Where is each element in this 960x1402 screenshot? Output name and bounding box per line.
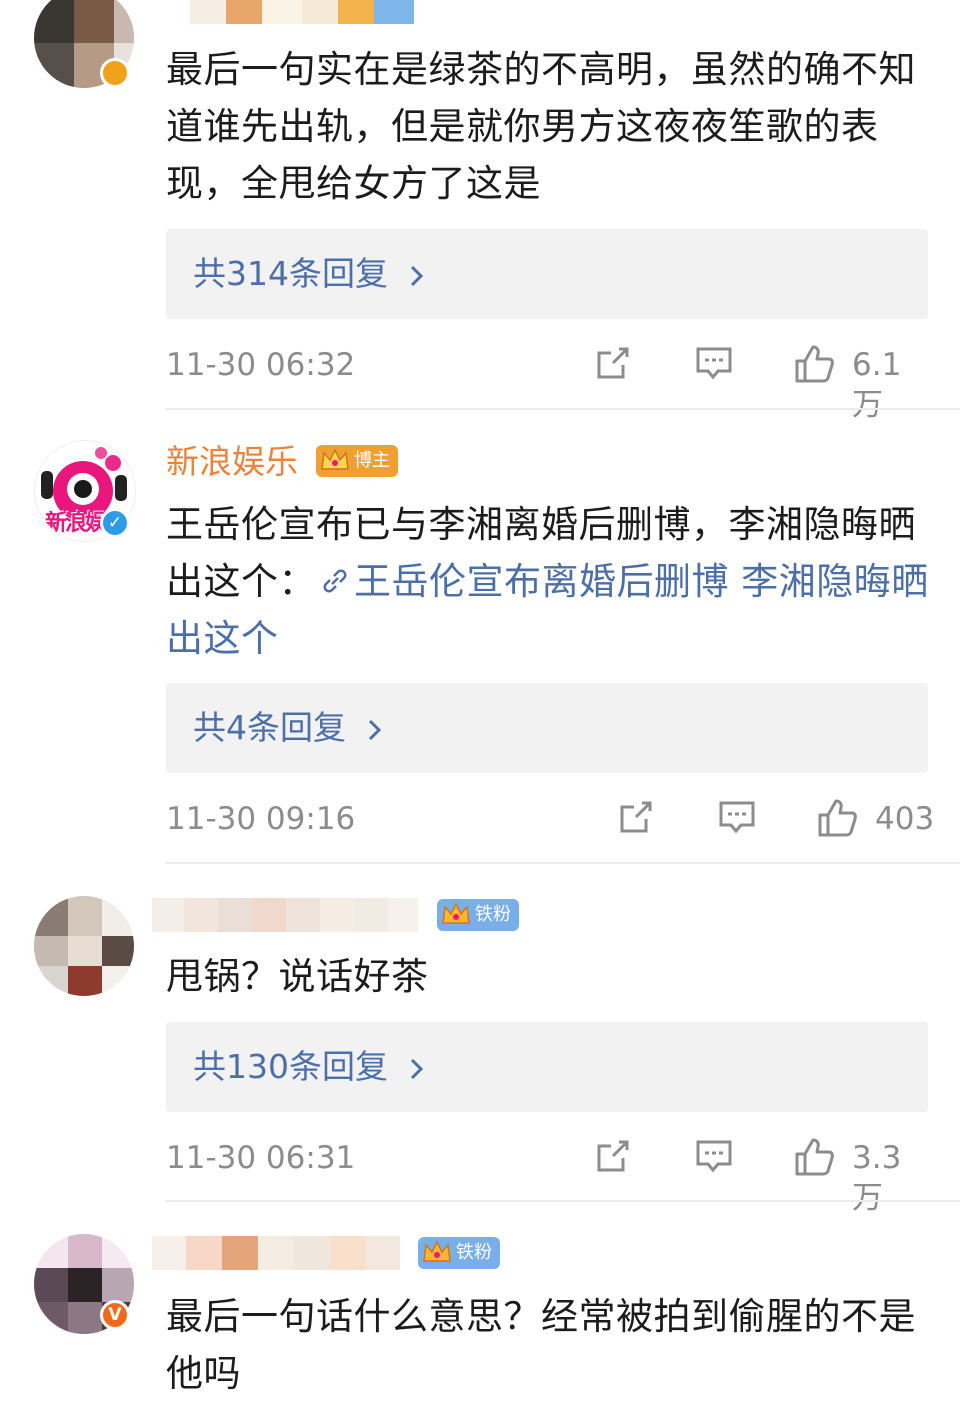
chevron-right-icon <box>409 263 425 289</box>
like-icon[interactable] <box>793 343 835 387</box>
reply-count-button[interactable]: 共130条回复 <box>166 1022 928 1112</box>
like-icon[interactable] <box>816 797 858 841</box>
timestamp: 11-30 06:32 <box>166 347 356 383</box>
reply-count-button[interactable]: 共314条回复 <box>166 229 928 319</box>
chevron-right-icon <box>367 717 383 743</box>
share-icon[interactable] <box>616 797 656 841</box>
comment-text: 甩锅？说话好茶 <box>166 955 429 998</box>
verified-icon: ✓ <box>100 508 130 538</box>
timestamp: 11-30 09:16 <box>166 801 356 837</box>
divider <box>166 862 960 864</box>
timestamp: 11-30 06:31 <box>166 1140 356 1176</box>
comment-meta: 11-30 06:32 6.1万 <box>166 343 928 423</box>
like-count: 403 <box>875 801 935 837</box>
link-icon <box>320 566 350 596</box>
comment-icon[interactable] <box>694 1136 734 1180</box>
like-count: 3.3万 <box>852 1140 902 1216</box>
comment-meta: 11-30 09:16 403 <box>166 797 934 841</box>
comment-item: V 铁粉 最后一句话什么意思？经常被拍到偷腥的不是他吗 <box>0 1222 960 1395</box>
verified-icon: V <box>100 1300 130 1330</box>
avatar[interactable] <box>34 896 134 996</box>
username-blurred[interactable] <box>152 898 418 932</box>
comment-item: 铁粉 甩锅？说话好茶 共130条回复 11-30 06:31 3.3万 <box>0 880 960 1216</box>
comment-item: 新浪娱 ✓ 新浪娱乐 博主 王岳伦宣布已与李湘离婚后删博，李湘隐晦晒出这个： 王岳… <box>0 430 960 870</box>
comment-icon[interactable] <box>717 797 757 841</box>
share-icon[interactable] <box>593 1136 633 1180</box>
avatar-text: 新浪娱 <box>45 511 107 536</box>
reply-count-label: 共130条回复 <box>193 1046 425 1088</box>
verified-icon <box>100 58 130 88</box>
reply-count-label: 共4条回复 <box>193 707 383 749</box>
crown-icon <box>439 899 473 931</box>
crown-icon <box>318 445 352 477</box>
fan-badge: 铁粉 <box>418 1237 500 1269</box>
crown-icon <box>420 1237 454 1269</box>
comment-text: 王岳伦宣布已与李湘离婚后删博，李湘隐晦晒出这个： 王岳伦宣布离婚后删博 李湘隐晦晒… <box>166 503 929 660</box>
comment-text: 最后一句话什么意思？经常被拍到偷腥的不是他吗 <box>166 1295 916 1395</box>
username-blurred[interactable] <box>152 1236 400 1270</box>
comment-icon[interactable] <box>694 343 734 387</box>
reply-count-label: 共314条回复 <box>193 253 425 295</box>
divider <box>166 1200 960 1202</box>
chevron-right-icon <box>409 1056 425 1082</box>
username-blurred[interactable] <box>190 0 414 24</box>
divider <box>166 408 960 410</box>
like-icon[interactable] <box>793 1136 835 1180</box>
comment-meta: 11-30 06:31 3.3万 <box>166 1136 928 1216</box>
comment-item: 最后一句实在是绿茶的不高明，虽然的确不知道谁先出轨，但是就你男方这夜夜笙歌的表现… <box>0 0 960 423</box>
blogger-badge: 博主 <box>316 445 398 477</box>
fan-badge: 铁粉 <box>437 899 519 931</box>
username[interactable]: 新浪娱乐 <box>166 442 298 482</box>
like-count: 6.1万 <box>852 347 902 423</box>
reply-count-button[interactable]: 共4条回复 <box>166 683 928 773</box>
comment-text: 最后一句实在是绿茶的不高明，虽然的确不知道谁先出轨，但是就你男方这夜夜笙歌的表现… <box>166 48 916 205</box>
share-icon[interactable] <box>593 343 633 387</box>
